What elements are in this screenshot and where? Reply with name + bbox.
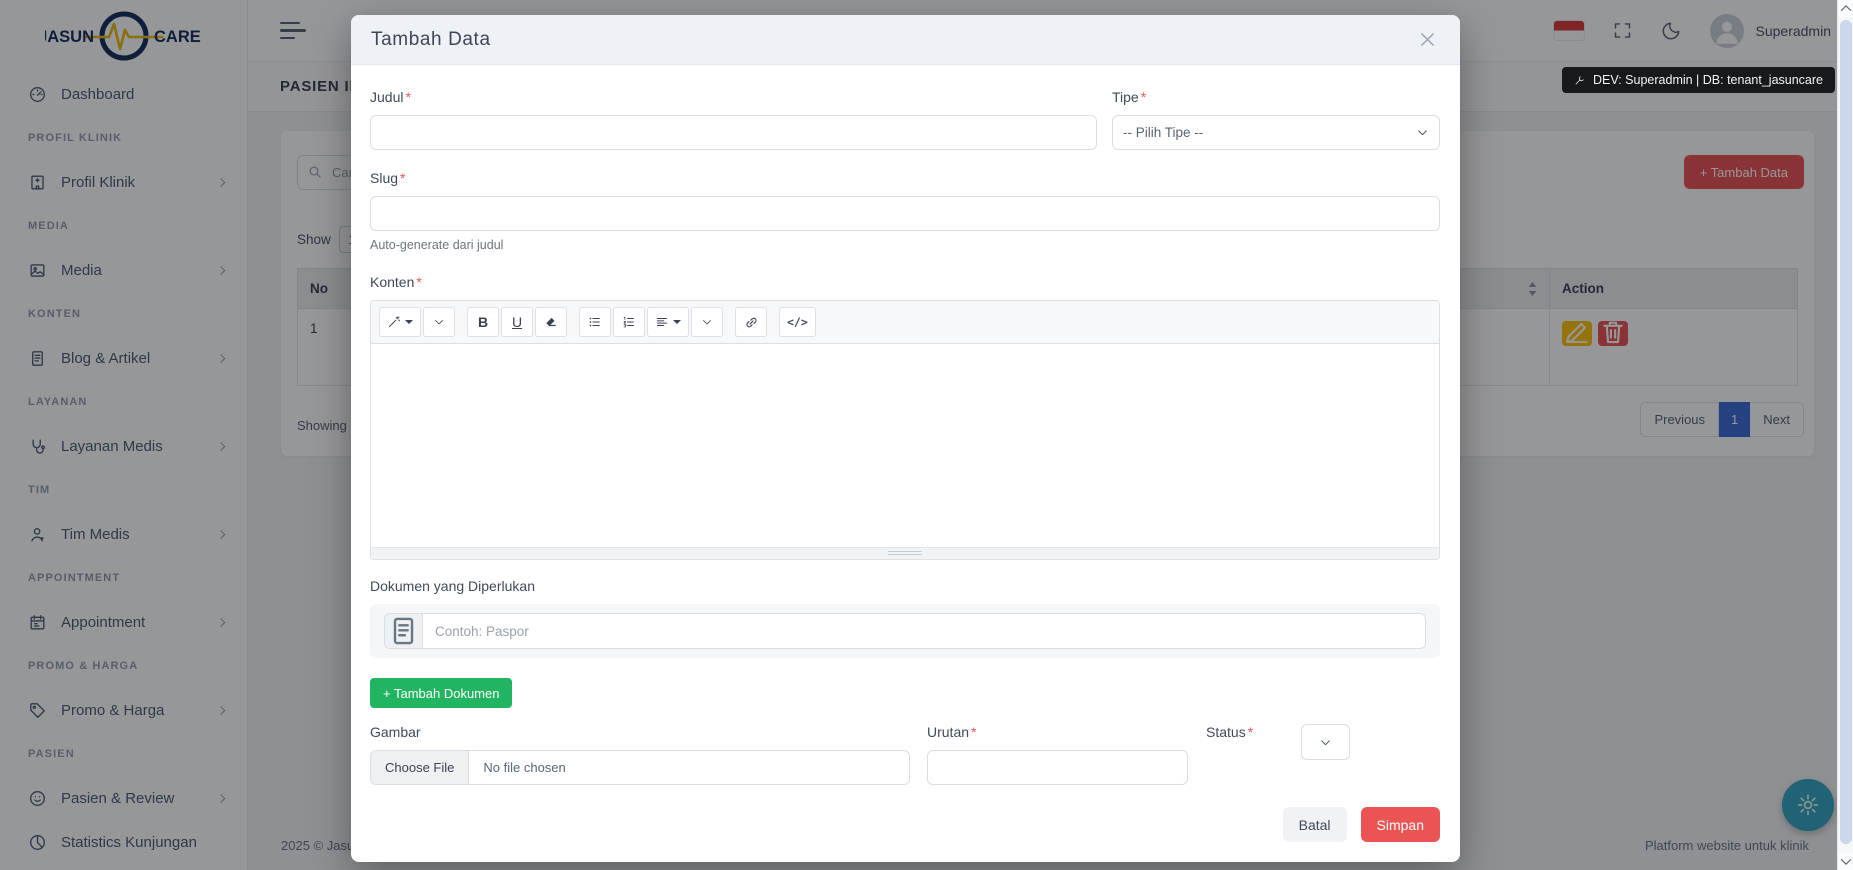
- editor-content[interactable]: [371, 344, 1439, 547]
- dokumen-input[interactable]: [423, 614, 1425, 648]
- gambar-file-input[interactable]: Choose File No file chosen: [370, 750, 910, 785]
- magic-wand-icon: [387, 315, 401, 329]
- eraser-icon: [544, 315, 558, 329]
- clear-format-button[interactable]: [535, 307, 567, 337]
- bold-button[interactable]: B: [467, 307, 499, 337]
- app-canvas: JASUN CARE Dashboard PROFIL KLINIK Profi…: [0, 0, 1853, 870]
- link-icon: [744, 315, 759, 330]
- paragraph-align-button[interactable]: [647, 307, 689, 337]
- caret-down-icon: [405, 320, 413, 324]
- tipe-select[interactable]: -- Pilih Tipe --: [1112, 115, 1440, 150]
- scroll-up-arrow[interactable]: [1838, 0, 1853, 17]
- judul-input[interactable]: [370, 115, 1097, 150]
- simpan-button[interactable]: Simpan: [1361, 807, 1440, 842]
- scrollbar-thumb[interactable]: [1840, 20, 1852, 844]
- underline-button[interactable]: U: [501, 307, 533, 337]
- align-icon: [655, 315, 669, 329]
- numbered-list-icon: [622, 315, 636, 329]
- konten-label: Konten*: [370, 274, 1440, 290]
- scrollbar[interactable]: [1837, 0, 1853, 870]
- judul-label: Judul*: [370, 89, 1097, 105]
- urutan-label: Urutan*: [927, 724, 1188, 740]
- close-button[interactable]: [1414, 27, 1440, 53]
- tipe-selected-value: -- Pilih Tipe --: [1123, 125, 1203, 140]
- rich-text-editor: B U: [370, 300, 1440, 560]
- dev-environment-badge: DEV: Superadmin | DB: tenant_jasuncare: [1562, 67, 1835, 93]
- chevron-down-icon: [433, 316, 445, 328]
- ordered-list-button[interactable]: [613, 307, 645, 337]
- modal-title: Tambah Data: [371, 29, 491, 51]
- bullet-list-icon: [588, 315, 602, 329]
- insert-link-button[interactable]: [735, 307, 767, 337]
- scroll-down-arrow[interactable]: [1838, 853, 1853, 870]
- gambar-label: Gambar: [370, 724, 910, 740]
- tambah-data-modal: Tambah Data Judul* Tipe* -- Pilih Tipe -…: [351, 15, 1460, 862]
- modal-body: Judul* Tipe* -- Pilih Tipe -- Slug* Auto…: [351, 65, 1460, 842]
- dokumen-row: [370, 604, 1440, 658]
- document-icon: [385, 614, 423, 648]
- chevron-down-icon: [1319, 736, 1332, 749]
- style-magic-button[interactable]: [379, 307, 421, 337]
- file-status-text: No file chosen: [469, 751, 579, 784]
- tipe-label: Tipe*: [1112, 89, 1440, 105]
- urutan-input[interactable]: [927, 750, 1188, 785]
- wrench-icon: [1574, 74, 1586, 86]
- editor-statusbar: [371, 547, 1439, 559]
- style-dropdown-button[interactable]: [423, 307, 455, 337]
- slug-help-text: Auto-generate dari judul: [370, 238, 1440, 252]
- tambah-dokumen-button[interactable]: + Tambah Dokumen: [370, 678, 512, 708]
- batal-button[interactable]: Batal: [1283, 807, 1347, 842]
- unordered-list-button[interactable]: [579, 307, 611, 337]
- choose-file-button[interactable]: Choose File: [371, 751, 469, 784]
- caret-down-icon: [673, 320, 681, 324]
- dokumen-label: Dokumen yang Diperlukan: [370, 578, 1440, 594]
- slug-input[interactable]: [370, 196, 1440, 231]
- chevron-down-icon: [701, 316, 713, 328]
- status-label: Status*: [1206, 724, 1253, 740]
- modal-header: Tambah Data: [351, 15, 1460, 65]
- paragraph-dropdown-button[interactable]: [691, 307, 723, 337]
- close-icon: [1419, 31, 1436, 48]
- resize-grip[interactable]: [888, 551, 922, 557]
- status-select[interactable]: [1301, 724, 1350, 760]
- code-view-button[interactable]: </>: [779, 307, 816, 337]
- modal-footer: Batal Simpan: [370, 807, 1440, 842]
- editor-toolbar: B U: [371, 301, 1439, 344]
- slug-label: Slug*: [370, 170, 1440, 186]
- chevron-down-icon: [1416, 126, 1429, 139]
